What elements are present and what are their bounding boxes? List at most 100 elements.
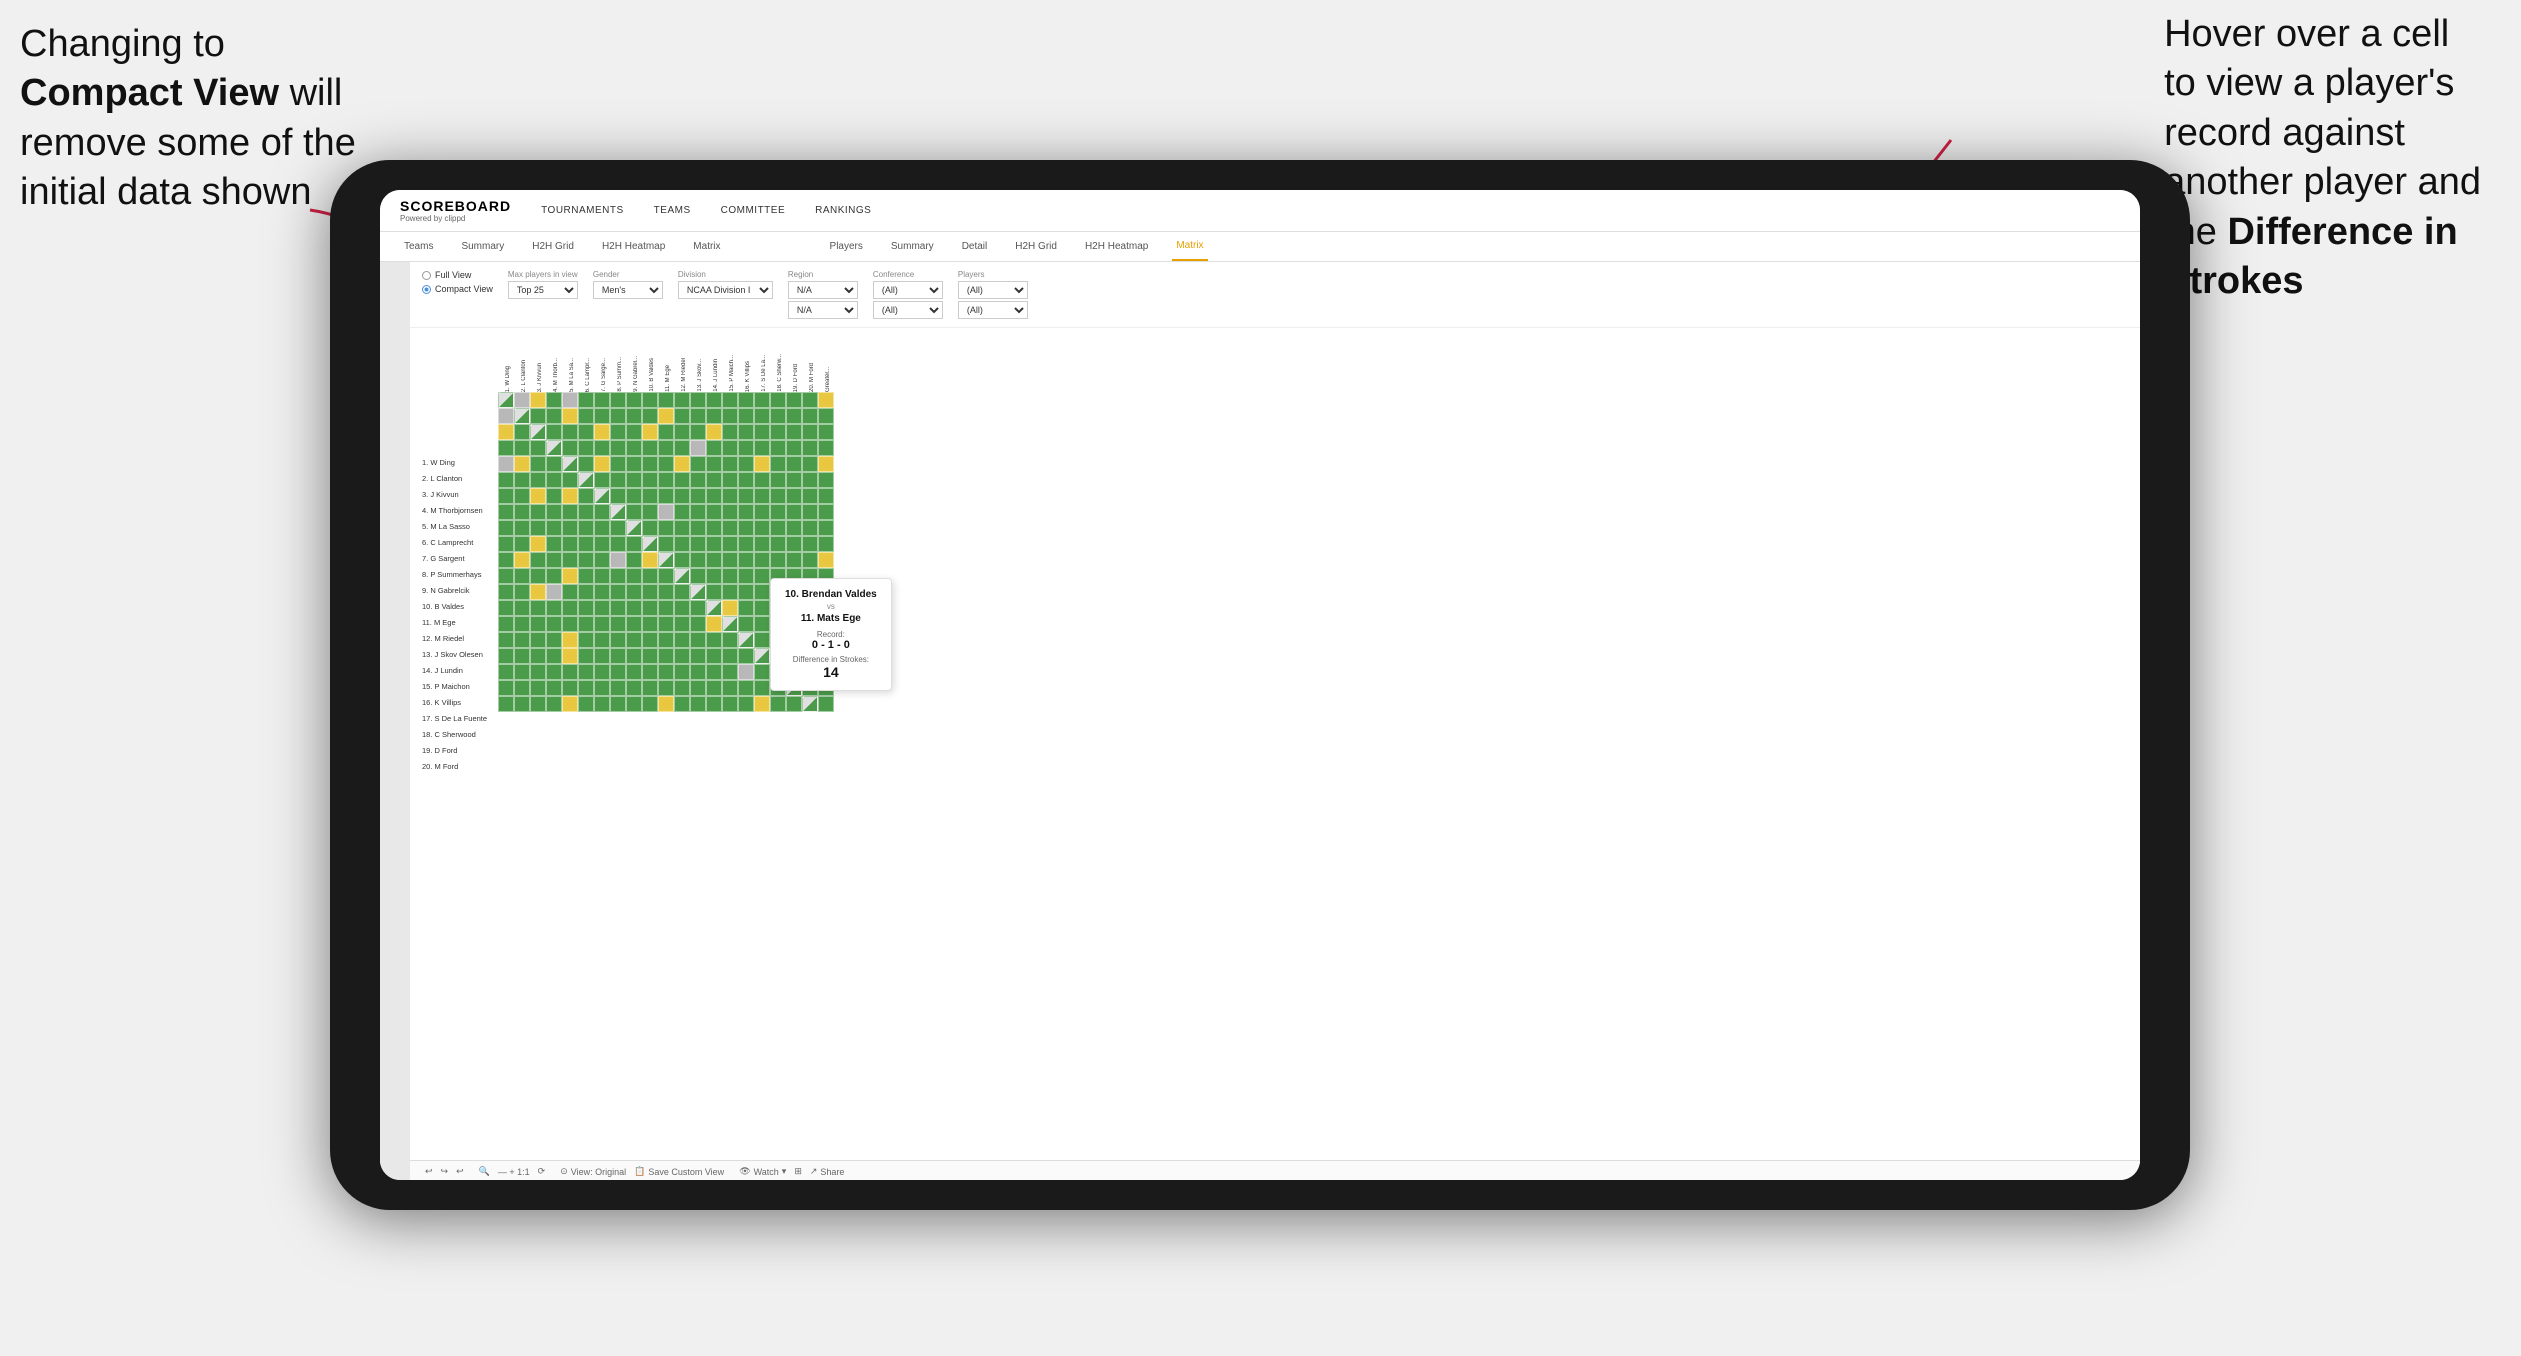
grid-cell[interactable] — [706, 472, 722, 488]
grid-cell[interactable] — [690, 392, 706, 408]
grid-cell[interactable] — [706, 392, 722, 408]
refresh-button[interactable]: ⟳ — [538, 1166, 546, 1177]
grid-cell[interactable] — [818, 456, 834, 472]
nav-teams[interactable]: TEAMS — [654, 205, 691, 216]
grid-cell[interactable] — [674, 632, 690, 648]
grid-cell[interactable] — [658, 408, 674, 424]
grid-cell[interactable] — [658, 680, 674, 696]
grid-cell[interactable] — [578, 488, 594, 504]
grid-cell[interactable] — [770, 392, 786, 408]
grid-cell[interactable] — [642, 568, 658, 584]
grid-cell[interactable] — [530, 424, 546, 440]
table-row[interactable] — [498, 408, 2132, 424]
grid-cell[interactable] — [578, 552, 594, 568]
grid-cell[interactable] — [498, 456, 514, 472]
grid-cell[interactable] — [690, 616, 706, 632]
grid-cell[interactable] — [658, 440, 674, 456]
table-row[interactable] — [498, 472, 2132, 488]
grid-cell[interactable] — [498, 616, 514, 632]
zoom-controls[interactable]: — + 1:1 — [498, 1167, 530, 1177]
grid-cell[interactable] — [706, 568, 722, 584]
grid-cell[interactable] — [594, 696, 610, 712]
grid-cell[interactable] — [578, 440, 594, 456]
grid-cell[interactable] — [754, 584, 770, 600]
grid-cell[interactable] — [658, 552, 674, 568]
grid-cell[interactable] — [530, 488, 546, 504]
grid-cell[interactable] — [626, 504, 642, 520]
grid-cell[interactable] — [706, 600, 722, 616]
grid-cell[interactable] — [738, 696, 754, 712]
grid-rows[interactable] — [498, 392, 2132, 712]
grid-cell[interactable] — [610, 600, 626, 616]
grid-cell[interactable] — [802, 408, 818, 424]
grid-cell[interactable] — [706, 424, 722, 440]
grid-cell[interactable] — [722, 520, 738, 536]
filter-region-select2[interactable]: N/A — [788, 301, 858, 319]
grid-cell[interactable] — [498, 472, 514, 488]
grid-cell[interactable] — [770, 472, 786, 488]
grid-cell[interactable] — [642, 552, 658, 568]
grid-cell[interactable] — [594, 424, 610, 440]
grid-cell[interactable] — [498, 568, 514, 584]
grid-cell[interactable] — [754, 696, 770, 712]
grid-cell[interactable] — [642, 440, 658, 456]
grid-cell[interactable] — [706, 584, 722, 600]
grid-cell[interactable] — [594, 648, 610, 664]
grid-cell[interactable] — [722, 408, 738, 424]
grid-cell[interactable] — [546, 568, 562, 584]
grid-cell[interactable] — [770, 408, 786, 424]
grid-cell[interactable] — [658, 664, 674, 680]
filter-division-select[interactable]: NCAA Division I — [678, 281, 773, 299]
grid-cell[interactable] — [818, 552, 834, 568]
grid-cell[interactable] — [658, 424, 674, 440]
grid-cell[interactable] — [786, 424, 802, 440]
grid-cell[interactable] — [610, 552, 626, 568]
grid-cell[interactable] — [802, 696, 818, 712]
grid-cell[interactable] — [802, 504, 818, 520]
grid-cell[interactable] — [818, 408, 834, 424]
grid-cell[interactable] — [690, 680, 706, 696]
grid-cell[interactable] — [626, 584, 642, 600]
grid-cell[interactable] — [514, 568, 530, 584]
grid-cell[interactable] — [562, 520, 578, 536]
table-row[interactable] — [498, 424, 2132, 440]
grid-cell[interactable] — [722, 696, 738, 712]
grid-cell[interactable] — [658, 472, 674, 488]
grid-cell[interactable] — [578, 632, 594, 648]
tab-h2h-grid-sub[interactable]: H2H Grid — [1011, 233, 1061, 260]
grid-cell[interactable] — [530, 616, 546, 632]
grid-cell[interactable] — [530, 456, 546, 472]
grid-cell[interactable] — [754, 664, 770, 680]
grid-cell[interactable] — [514, 488, 530, 504]
tab-h2h-grid-top[interactable]: H2H Grid — [528, 233, 578, 260]
grid-cell[interactable] — [802, 440, 818, 456]
grid-cell[interactable] — [498, 408, 514, 424]
grid-cell[interactable] — [754, 520, 770, 536]
grid-cell[interactable] — [738, 472, 754, 488]
grid-cell[interactable] — [498, 600, 514, 616]
grid-cell[interactable] — [610, 520, 626, 536]
grid-cell[interactable] — [722, 488, 738, 504]
grid-cell[interactable] — [802, 456, 818, 472]
grid-cell[interactable] — [674, 408, 690, 424]
grid-cell[interactable] — [642, 424, 658, 440]
grid-cell[interactable] — [530, 408, 546, 424]
grid-cell[interactable] — [578, 648, 594, 664]
grid-cell[interactable] — [658, 600, 674, 616]
tab-teams[interactable]: Teams — [400, 233, 437, 260]
grid-cell[interactable] — [610, 568, 626, 584]
grid-cell[interactable] — [674, 472, 690, 488]
grid-cell[interactable] — [706, 520, 722, 536]
grid-cell[interactable] — [642, 600, 658, 616]
filter-conference-select[interactable]: (All) — [873, 281, 943, 299]
grid-cell[interactable] — [786, 440, 802, 456]
grid-cell[interactable] — [722, 536, 738, 552]
grid-cell[interactable] — [546, 440, 562, 456]
grid-cell[interactable] — [562, 584, 578, 600]
tabs-top[interactable]: Teams Summary H2H Grid H2H Heatmap Matri… — [380, 232, 2140, 262]
grid-cell[interactable] — [530, 536, 546, 552]
grid-cell[interactable] — [674, 600, 690, 616]
grid-cell[interactable] — [562, 696, 578, 712]
grid-cell[interactable] — [802, 472, 818, 488]
grid-cell[interactable] — [514, 552, 530, 568]
